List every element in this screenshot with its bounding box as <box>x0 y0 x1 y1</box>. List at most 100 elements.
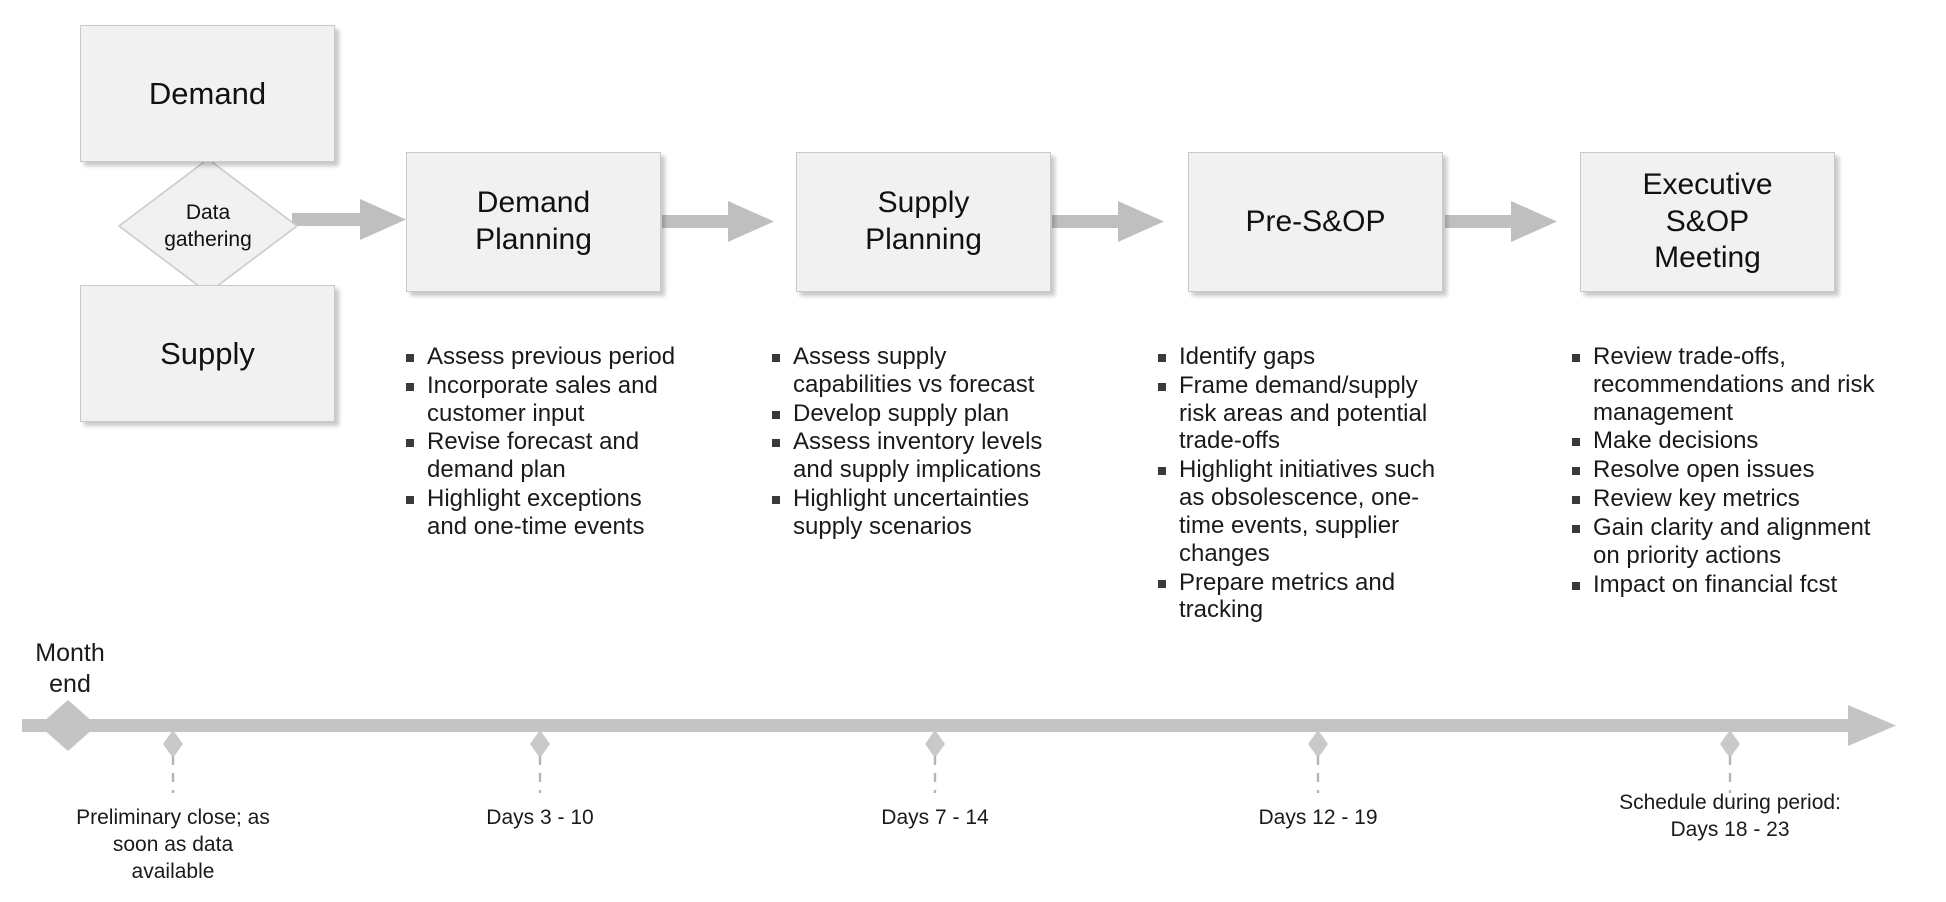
bullet-list-executive-sop-meeting: Review trade-offs, recommendations and r… <box>1572 343 1902 599</box>
stage-box-demand-planning[interactable]: Demand Planning <box>406 152 661 292</box>
list-item: Identify gaps <box>1158 343 1453 371</box>
list-item-text: Assess previous period <box>427 343 676 370</box>
timeline-label-line-1: Days 3 - 10 <box>486 806 594 829</box>
list-item: Resolve open issues <box>1572 456 1902 484</box>
gate-label-line-2: gathering <box>164 228 252 251</box>
stage-box-supply-planning-label: Supply Planning <box>865 185 982 258</box>
bullet-square-icon <box>1572 581 1580 590</box>
list-item: Highlight exceptions and one-time events <box>406 485 681 541</box>
list-item: Assess supply capabilities vs forecast <box>772 343 1062 399</box>
bullet-square-icon <box>406 496 414 505</box>
stage-title-line-2: Planning <box>865 223 982 256</box>
list-item-text: Assess supply capabilities vs forecast <box>793 343 1035 398</box>
list-item: Review trade-offs, recommendations and r… <box>1572 343 1902 426</box>
list-item-text: Develop supply plan <box>793 399 1010 427</box>
stage-box-executive-sop-meeting-label: Executive S&OP Meeting <box>1642 167 1772 277</box>
gate-data-gathering-label: Data gathering <box>118 158 298 294</box>
list-item: Highlight uncertainties supply scenarios <box>772 485 1062 541</box>
list-item: Assess inventory levels and supply impli… <box>772 428 1062 484</box>
timeline-label-days-12-19: Days 12 - 19 <box>1178 805 1458 832</box>
timeline-month-end-line-2: end <box>49 670 91 699</box>
list-item: Revise forecast and demand plan <box>406 428 681 484</box>
bullet-square-icon <box>1572 354 1580 362</box>
bullet-square-icon <box>1158 382 1166 391</box>
diagram-canvas: Demand Data gathering Supply Demand Plan… <box>0 0 1946 902</box>
stage-box-pre-sop[interactable]: Pre-S&OP <box>1188 152 1443 292</box>
bullet-square-icon <box>1158 467 1166 476</box>
bullet-square-icon <box>1572 524 1580 533</box>
stage-box-supply-planning[interactable]: Supply Planning <box>796 152 1051 292</box>
timeline-month-end-line-1: Month <box>35 639 105 667</box>
input-box-supply[interactable]: Supply <box>80 285 335 422</box>
arrow-pre-sop-to-executive <box>1445 201 1557 242</box>
input-box-supply-label: Supply <box>160 335 255 371</box>
bullet-square-icon <box>772 439 780 448</box>
arrow-gate-to-demand-planning <box>292 199 406 240</box>
list-item-text: Prepare metrics and tracking <box>1179 568 1396 624</box>
bullet-list-supply-planning: Assess supply capabilities vs forecast D… <box>772 343 1062 542</box>
list-item-text: Highlight uncertainties supply scenarios <box>793 485 1030 540</box>
timeline-label-line-3: available <box>131 859 215 883</box>
arrow-demand-to-supply-planning <box>662 201 774 242</box>
arrow-supply-planning-to-pre-sop <box>1052 201 1164 242</box>
input-box-demand-label: Demand <box>148 75 267 111</box>
bullet-list-pre-sop: Identify gaps Frame demand/supply risk a… <box>1158 343 1453 625</box>
timeline-label-days-18-23: Schedule during period: Days 18 - 23 <box>1560 790 1900 844</box>
stage-box-demand-planning-label: Demand Planning <box>475 185 592 258</box>
bullet-square-icon <box>1158 354 1166 362</box>
bullet-square-icon <box>406 439 414 448</box>
list-item-text: Highlight exceptions and one-time events <box>427 485 645 540</box>
stage-title-line-1: Demand <box>476 186 591 220</box>
list-item-text: Identify gaps <box>1179 343 1316 370</box>
timeline-label-preliminary-close: Preliminary close; as soon as data avail… <box>33 805 313 886</box>
list-item-text: Review key metrics <box>1593 485 1800 513</box>
list-item-text: Assess inventory levels and supply impli… <box>793 428 1043 484</box>
gate-label-line-1: Data <box>185 200 231 224</box>
stage-box-pre-sop-label: Pre-S&OP <box>1245 204 1386 238</box>
list-item-text: Make decisions <box>1593 427 1759 455</box>
list-item-text: Review trade-offs, recommendations and r… <box>1593 343 1875 426</box>
stage-box-executive-sop-meeting[interactable]: Executive S&OP Meeting <box>1580 152 1835 292</box>
list-item: Frame demand/supply risk areas and poten… <box>1158 372 1453 455</box>
list-item-text: Incorporate sales and customer input <box>427 371 658 427</box>
list-item-text: Highlight initiatives such as obsolescen… <box>1179 456 1436 567</box>
list-item: Assess previous period <box>406 343 681 371</box>
bullet-square-icon <box>1572 467 1580 476</box>
bullet-square-icon <box>772 496 780 505</box>
timeline-label-month-end: Month end <box>0 638 140 701</box>
stage-title-line-2: Planning <box>475 223 592 256</box>
list-item: Incorporate sales and customer input <box>406 372 681 428</box>
timeline-label-line-1: Preliminary close; as <box>76 806 270 829</box>
stage-title-line-1: Supply <box>877 186 970 220</box>
list-item: Gain clarity and alignment on priority a… <box>1572 514 1902 570</box>
timeline-label-line-1: Schedule during period: <box>1619 791 1841 814</box>
list-item: Review key metrics <box>1572 485 1902 513</box>
list-item-text: Gain clarity and alignment on priority a… <box>1593 513 1871 569</box>
list-item: Highlight initiatives such as obsolescen… <box>1158 456 1453 567</box>
list-item: Impact on financial fcst <box>1572 571 1902 599</box>
timeline-label-days-7-14: Days 7 - 14 <box>795 805 1075 832</box>
list-item-text: Revise forecast and demand plan <box>427 428 640 484</box>
bullet-square-icon <box>406 354 414 362</box>
stage-title-line-2: S&OP <box>1665 204 1750 238</box>
list-item-text: Impact on financial fcst <box>1593 570 1838 598</box>
bullet-square-icon <box>1572 438 1580 447</box>
input-box-demand[interactable]: Demand <box>80 25 335 162</box>
bullet-square-icon <box>1572 496 1580 505</box>
stage-title-line-1: Executive <box>1642 168 1773 202</box>
bullet-square-icon <box>772 354 780 362</box>
bullet-square-icon <box>406 382 414 391</box>
stage-title-line-3: Meeting <box>1654 241 1761 275</box>
list-item-text: Resolve open issues <box>1593 456 1815 484</box>
list-item-text: Frame demand/supply risk areas and poten… <box>1179 371 1428 455</box>
timeline-label-line-1: Days 12 - 19 <box>1258 806 1378 829</box>
gate-data-gathering[interactable]: Data gathering <box>118 158 298 294</box>
list-item: Prepare metrics and tracking <box>1158 569 1453 625</box>
bullet-square-icon <box>1158 579 1166 588</box>
list-item: Make decisions <box>1572 427 1902 455</box>
timeline-label-line-2: Days 18 - 23 <box>1670 817 1790 841</box>
bullet-list-demand-planning: Assess previous period Incorporate sales… <box>406 343 681 542</box>
timeline-label-days-3-10: Days 3 - 10 <box>400 805 680 832</box>
timeline-label-line-1: Days 7 - 14 <box>881 806 989 829</box>
list-item: Develop supply plan <box>772 400 1062 428</box>
